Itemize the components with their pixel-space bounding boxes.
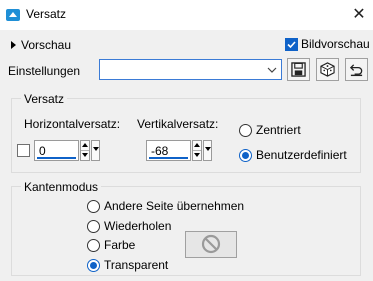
radio-color[interactable] xyxy=(87,239,100,252)
horizontal-offset-spinner[interactable] xyxy=(80,140,90,161)
radio-wrap-other-side[interactable] xyxy=(87,200,100,213)
horizontal-offset-label: Horizontalversatz: xyxy=(24,117,121,131)
dropdown-arrow-icon xyxy=(205,147,211,151)
radio-color-control[interactable]: Farbe xyxy=(87,238,167,252)
chevron-down-icon xyxy=(267,67,277,73)
radio-centered[interactable] xyxy=(239,124,252,137)
close-button[interactable]: ✕ xyxy=(349,5,369,25)
radio-custom[interactable] xyxy=(239,149,252,162)
horizontal-offset-input[interactable]: 0 xyxy=(34,140,79,161)
radio-custom-label: Benutzerdefiniert xyxy=(256,148,347,162)
save-icon xyxy=(291,62,306,77)
spin-up-button[interactable] xyxy=(81,141,89,151)
radio-transparent-control[interactable]: Transparent xyxy=(87,258,187,272)
no-color-icon xyxy=(201,234,221,254)
spin-up-button[interactable] xyxy=(193,141,201,151)
arrow-down-icon xyxy=(82,152,88,157)
vertical-offset-spinner[interactable] xyxy=(192,140,202,161)
settings-label: Einstellungen xyxy=(8,64,81,78)
randomize-button[interactable] xyxy=(316,58,339,81)
dropdown-arrow-icon xyxy=(93,147,99,151)
edge-mode-group-title: Kantenmodus xyxy=(21,180,102,194)
input-focus-underline xyxy=(37,157,76,159)
radio-color-label: Farbe xyxy=(104,238,136,252)
settings-combobox[interactable] xyxy=(99,59,282,80)
arrow-down-icon xyxy=(194,152,200,157)
arrow-up-icon xyxy=(82,143,88,147)
radio-transparent[interactable] xyxy=(87,259,100,272)
spin-down-button[interactable] xyxy=(81,151,89,161)
offset-group-title: Versatz xyxy=(21,92,68,106)
spin-down-button[interactable] xyxy=(193,151,201,161)
edge-color-swatch[interactable] xyxy=(185,231,237,258)
bildvorschau-checkbox[interactable] xyxy=(285,38,298,51)
reset-icon xyxy=(349,64,363,77)
link-offsets-checkbox[interactable] xyxy=(17,144,30,157)
radio-repeat-label: Wiederholen xyxy=(104,219,172,233)
radio-custom-control[interactable]: Benutzerdefiniert xyxy=(239,148,359,162)
close-icon: ✕ xyxy=(352,6,366,23)
preview-label: Vorschau xyxy=(21,38,72,52)
horizontal-offset-dropdown[interactable] xyxy=(91,140,100,161)
vertical-offset-dropdown[interactable] xyxy=(203,140,212,161)
radio-transparent-label: Transparent xyxy=(104,258,169,272)
vertical-offset-value: -68 xyxy=(151,144,169,158)
window-title: Versatz xyxy=(26,7,67,21)
vertical-offset-input[interactable]: -68 xyxy=(146,140,191,161)
save-preset-button[interactable] xyxy=(287,58,310,81)
arrow-up-icon xyxy=(194,143,200,147)
radio-wrap-other-side-label: Andere Seite übernehmen xyxy=(104,199,245,213)
app-icon xyxy=(6,9,20,21)
dice-icon xyxy=(320,62,335,77)
radio-repeat[interactable] xyxy=(87,220,100,233)
radio-centered-label: Zentriert xyxy=(256,123,301,137)
checkmark-icon xyxy=(287,41,296,49)
bildvorschau-checkbox-control[interactable]: Bildvorschau xyxy=(285,37,370,51)
title-bar: Versatz ✕ xyxy=(0,0,373,30)
horizontal-offset-value: 0 xyxy=(39,144,46,158)
expand-arrow-icon xyxy=(11,41,16,49)
input-focus-underline xyxy=(149,157,188,159)
radio-centered-control[interactable]: Zentriert xyxy=(239,123,349,137)
vertical-offset-label: Vertikalversatz: xyxy=(137,117,219,131)
radio-repeat-control[interactable]: Wiederholen xyxy=(87,219,187,233)
radio-wrap-other-side-control[interactable]: Andere Seite übernehmen xyxy=(87,199,247,213)
bildvorschau-label: Bildvorschau xyxy=(301,37,370,51)
reset-button[interactable] xyxy=(345,58,368,81)
